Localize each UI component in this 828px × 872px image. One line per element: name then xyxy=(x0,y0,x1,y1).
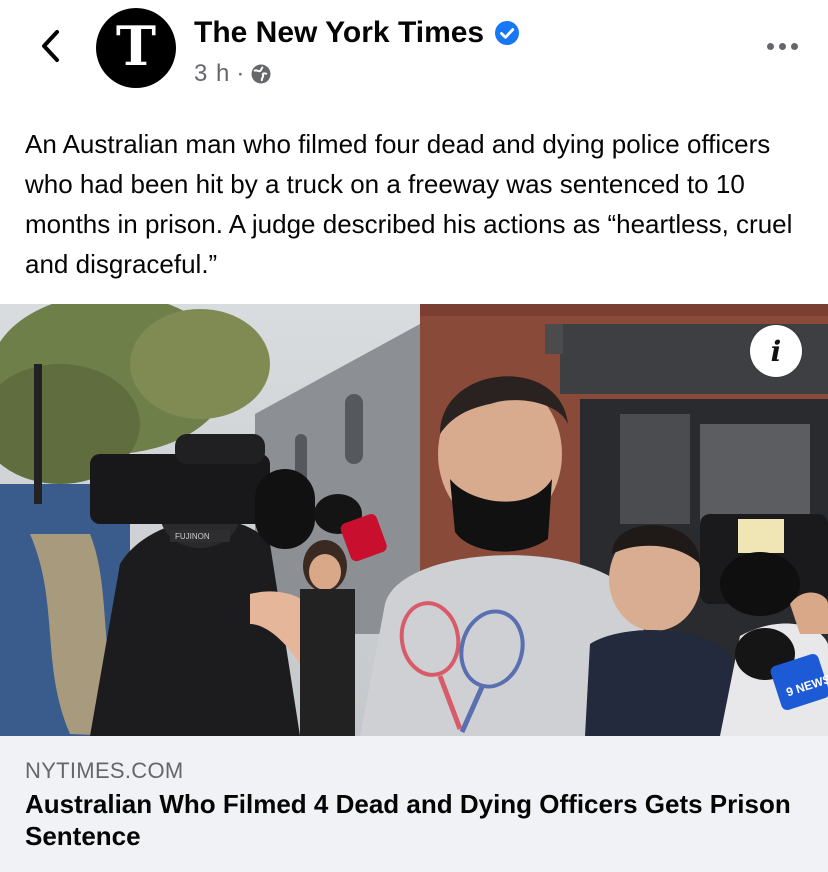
camera-brand-label: FUJINON xyxy=(175,532,210,541)
link-title[interactable]: Australian Who Filmed 4 Dead and Dying O… xyxy=(25,788,805,852)
more-dot xyxy=(778,42,786,50)
link-domain: NYTIMES.COM xyxy=(25,758,184,783)
post-timestamp[interactable]: 3 h xyxy=(194,60,230,88)
chevron-left-icon xyxy=(42,30,59,62)
post-meta: 3 h · xyxy=(194,60,272,88)
verified-badge-icon xyxy=(495,21,520,45)
page-avatar[interactable]: T xyxy=(96,8,176,88)
post-photo[interactable]: FUJINON 9 NEWS xyxy=(0,304,828,736)
nyt-logo-icon: T xyxy=(115,14,157,78)
photo-info-button[interactable]: i xyxy=(750,325,802,377)
post-caption: An Australian man who filmed four dead a… xyxy=(25,129,793,279)
more-options-button[interactable] xyxy=(758,28,806,64)
link-preview[interactable]: NYTIMES.COM Australian Who Filmed 4 Dead… xyxy=(0,736,828,872)
post-header: T The New York Times 3 h · xyxy=(0,0,828,110)
back-button[interactable] xyxy=(30,24,70,68)
more-dot xyxy=(790,42,798,50)
page-name[interactable]: The New York Times xyxy=(194,16,484,50)
page-name-row: The New York Times xyxy=(194,16,520,50)
globe-icon xyxy=(251,64,271,84)
press-scrum-illustration: FUJINON 9 NEWS xyxy=(0,304,828,736)
meta-separator: · xyxy=(236,60,245,87)
more-dot xyxy=(766,42,774,50)
